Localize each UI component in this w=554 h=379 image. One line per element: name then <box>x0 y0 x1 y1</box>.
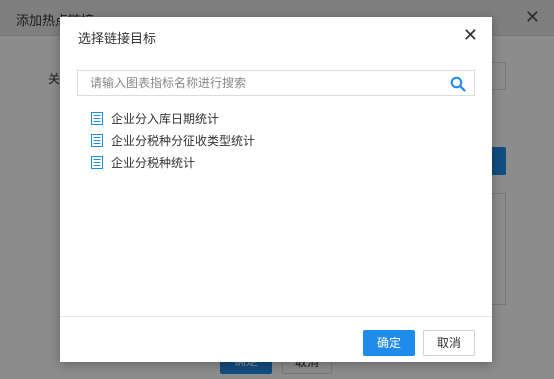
close-icon[interactable]: ✕ <box>463 25 478 46</box>
select-link-target-modal: 选择链接目标 ✕ 企业分入库日期统计 企业分税种分征 <box>60 17 492 362</box>
search-icon[interactable] <box>450 76 466 92</box>
cancel-button[interactable]: 取消 <box>423 330 475 356</box>
list-item-label: 企业分入库日期统计 <box>111 111 220 126</box>
list-item-label: 企业分税种分征收类型统计 <box>111 133 256 148</box>
confirm-button[interactable]: 确定 <box>363 330 415 356</box>
search-input[interactable] <box>78 71 438 95</box>
chart-list: 企业分入库日期统计 企业分税种分征收类型统计 企业分税种统计 <box>91 107 255 173</box>
list-item[interactable]: 企业分入库日期统计 <box>91 107 255 129</box>
list-item[interactable]: 企业分税种分征收类型统计 <box>91 129 255 151</box>
list-item[interactable]: 企业分税种统计 <box>91 151 255 173</box>
document-icon <box>91 155 103 169</box>
search-box <box>77 70 475 96</box>
modal-header: 选择链接目标 ✕ <box>60 17 492 54</box>
modal-title: 选择链接目标 <box>78 32 157 47</box>
document-icon <box>91 133 103 147</box>
footer-divider <box>60 316 492 317</box>
document-icon <box>91 111 103 125</box>
list-item-label: 企业分税种统计 <box>111 155 196 170</box>
